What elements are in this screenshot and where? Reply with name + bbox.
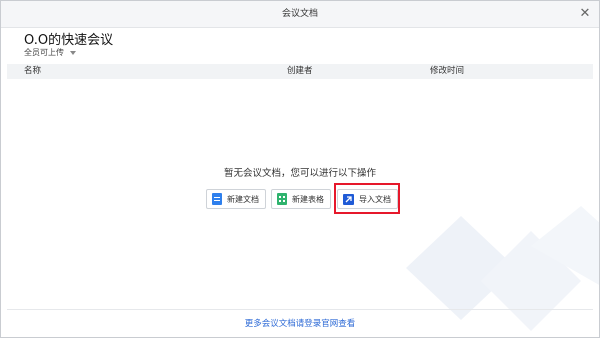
window-title: 会议文档 (281, 9, 318, 19)
new-document-button[interactable]: 新建文档 (206, 189, 266, 209)
upload-permission-dropdown[interactable]: 全员可上传 (24, 47, 76, 58)
column-header-modified-time[interactable]: 修改时间 (430, 64, 464, 79)
doc-icon (212, 193, 222, 205)
empty-state-message: 暂无会议文档，您可以进行以下操作 (223, 168, 376, 179)
sheet-icon (277, 193, 287, 205)
footer-divider (7, 309, 593, 310)
column-header-name[interactable]: 名称 (24, 64, 41, 79)
official-site-link[interactable]: 更多会议文档请登录官网查看 (1, 317, 599, 329)
meeting-docs-window: 会议文档 ✕ O.O的快速会议 全员可上传 名称 创建者 修改时间 暂无会议文档… (0, 0, 600, 338)
new-document-label: 新建文档 (227, 194, 259, 204)
highlight-box (334, 183, 400, 214)
new-sheet-label: 新建表格 (292, 194, 324, 204)
column-header-creator[interactable]: 创建者 (287, 64, 313, 79)
new-sheet-button[interactable]: 新建表格 (271, 189, 331, 209)
chevron-down-icon (70, 50, 76, 55)
title-bar: 会议文档 ✕ (1, 1, 599, 28)
meeting-title: O.O的快速会议 (24, 33, 114, 48)
permission-label: 全员可上传 (24, 48, 64, 57)
table-header: 名称 创建者 修改时间 (7, 64, 593, 79)
close-icon[interactable]: ✕ (577, 6, 593, 22)
